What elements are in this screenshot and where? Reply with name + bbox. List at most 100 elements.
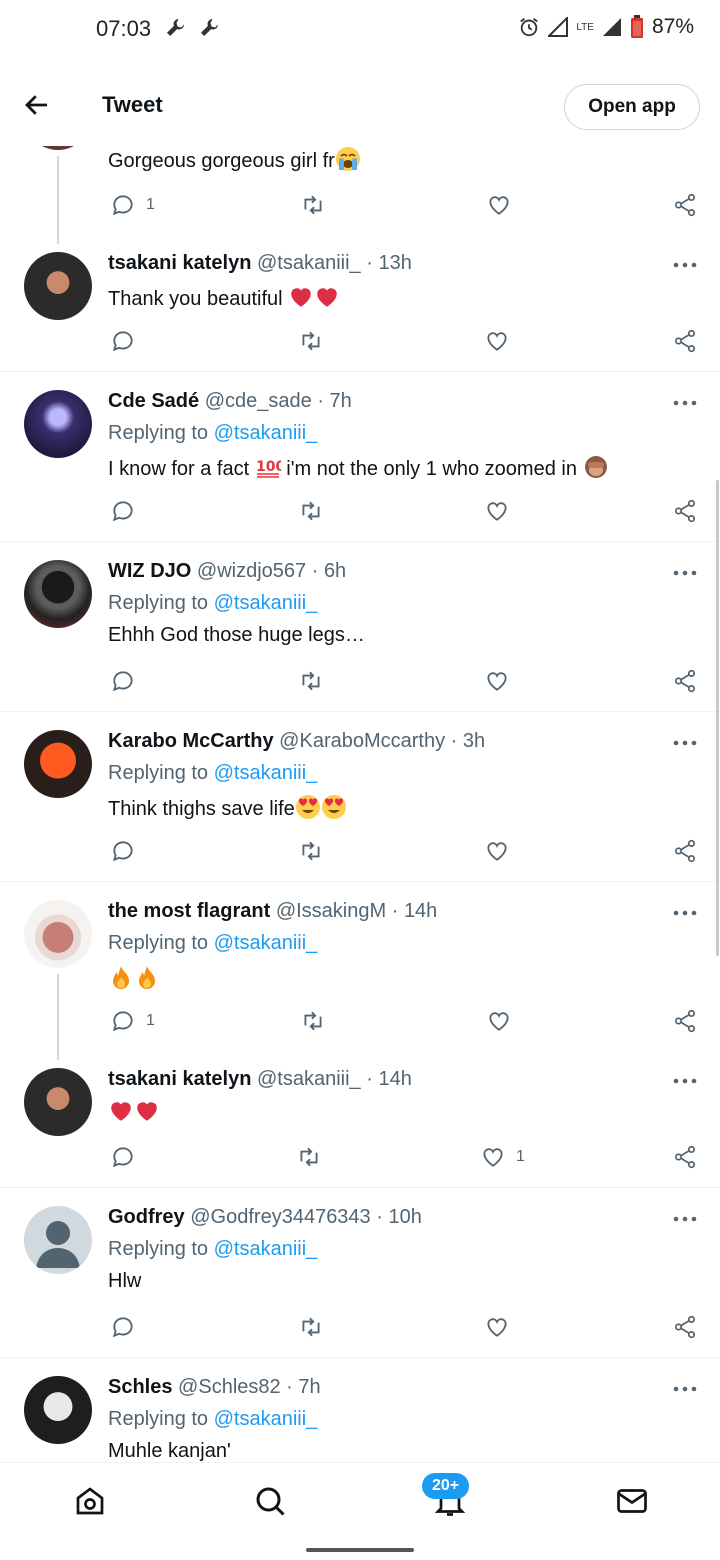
reply-button[interactable]: 1 xyxy=(110,192,155,218)
avatar[interactable] xyxy=(24,1068,92,1136)
tweet-time: 3h xyxy=(462,730,486,752)
more-icon[interactable] xyxy=(672,738,698,748)
mention-link[interactable]: @tsakaniii_ xyxy=(214,592,318,614)
retweet-button[interactable] xyxy=(298,838,324,864)
tweet-feed[interactable]: Gorgeous gorgeous girl fr 1 tsakani kate… xyxy=(0,0,720,1462)
more-icon[interactable] xyxy=(672,908,698,918)
share-button[interactable] xyxy=(672,1314,698,1340)
tweet-item[interactable]: the most flagrant @IssakingM · 14h Reply… xyxy=(0,882,720,1060)
mention-link[interactable]: @tsakaniii_ xyxy=(214,932,318,954)
author-handle[interactable]: @tsakaniii_ xyxy=(257,1068,361,1090)
author-name[interactable]: Schles xyxy=(108,1376,172,1398)
more-icon[interactable] xyxy=(672,568,698,578)
reply-button[interactable] xyxy=(110,838,136,864)
share-button[interactable] xyxy=(672,668,698,694)
meta-separator: · xyxy=(370,1206,389,1228)
avatar[interactable] xyxy=(24,1206,92,1274)
like-button[interactable] xyxy=(486,1008,512,1034)
retweet-icon xyxy=(304,1011,322,1031)
share-button[interactable] xyxy=(672,328,698,354)
author-name[interactable]: Cde Sadé xyxy=(108,390,199,412)
replying-to-label: Replying to xyxy=(108,422,209,444)
author-name[interactable]: the most flagrant xyxy=(108,900,270,922)
like-button[interactable] xyxy=(484,328,510,354)
reply-button[interactable] xyxy=(110,668,136,694)
share-button[interactable] xyxy=(672,1144,698,1170)
tweet-item[interactable]: tsakani katelyn @tsakaniii_ · 14h 1 xyxy=(0,1052,720,1188)
share-icon xyxy=(674,329,696,353)
like-button[interactable] xyxy=(484,668,510,694)
retweet-button[interactable] xyxy=(300,192,326,218)
more-icon[interactable] xyxy=(672,260,698,270)
like-button[interactable]: 1 xyxy=(480,1144,525,1170)
avatar[interactable] xyxy=(24,252,92,320)
red-heart-emoji xyxy=(291,288,311,307)
retweet-button[interactable] xyxy=(298,1314,324,1340)
tweet-item[interactable]: WIZ DJO @wizdjo567 · 6h Replying to @tsa… xyxy=(0,542,720,712)
tweet-item[interactable]: Karabo McCarthy @KaraboMccarthy · 3h Rep… xyxy=(0,712,720,882)
author-handle[interactable]: @Schles82 xyxy=(178,1376,281,1398)
retweet-button[interactable] xyxy=(298,668,324,694)
author-name[interactable]: WIZ DJO xyxy=(108,560,191,582)
more-icon[interactable] xyxy=(672,1214,698,1224)
mention-link[interactable]: @tsakaniii_ xyxy=(214,1238,318,1260)
open-app-button[interactable]: Open app xyxy=(564,84,700,130)
author-handle[interactable]: @cde_sade xyxy=(205,390,312,412)
tweet-text: I know for a fact xyxy=(108,458,250,480)
signal-icon xyxy=(602,18,621,36)
back-arrow-icon[interactable] xyxy=(22,90,52,120)
mention-link[interactable]: @tsakaniii_ xyxy=(214,1408,318,1430)
author-name[interactable]: tsakani katelyn xyxy=(108,252,251,274)
tweet-item[interactable]: Cde Sadé @cde_sade · 7h Replying to @tsa… xyxy=(0,372,720,542)
retweet-button[interactable] xyxy=(300,1008,326,1034)
reply-button[interactable] xyxy=(110,498,136,524)
more-icon[interactable] xyxy=(672,1076,698,1086)
bottom-navigation xyxy=(0,1462,720,1538)
like-button[interactable] xyxy=(484,498,510,524)
reply-button[interactable] xyxy=(110,1144,136,1170)
avatar[interactable] xyxy=(24,730,92,798)
author-handle[interactable]: @KaraboMccarthy xyxy=(279,730,445,752)
author-handle[interactable]: @Godfrey34476343 xyxy=(190,1206,370,1228)
scrollbar[interactable] xyxy=(716,480,719,956)
author-handle[interactable]: @IssakingM xyxy=(276,900,386,922)
more-icon[interactable] xyxy=(672,1384,698,1394)
author-handle[interactable]: @wizdjo567 xyxy=(197,560,306,582)
author-handle[interactable]: @tsakaniii_ xyxy=(257,252,361,274)
avatar[interactable] xyxy=(24,390,92,458)
avatar[interactable] xyxy=(24,1376,92,1444)
reply-button[interactable]: 1 xyxy=(110,1008,155,1034)
reply-button[interactable] xyxy=(110,328,136,354)
like-button[interactable] xyxy=(484,1314,510,1340)
more-icon[interactable] xyxy=(672,398,698,408)
retweet-icon xyxy=(300,1147,318,1167)
reply-button[interactable] xyxy=(110,1314,136,1340)
retweet-button[interactable] xyxy=(298,498,324,524)
see-no-evil-monkey-emoji xyxy=(584,456,607,478)
battery-icon xyxy=(630,15,643,38)
home-indicator[interactable] xyxy=(306,1548,414,1552)
author-name[interactable]: Godfrey xyxy=(108,1206,185,1228)
retweet-button[interactable] xyxy=(298,328,324,354)
avatar[interactable] xyxy=(24,900,92,968)
search-icon[interactable] xyxy=(252,1483,288,1519)
mention-link[interactable]: @tsakaniii_ xyxy=(214,762,318,784)
share-button[interactable] xyxy=(672,192,698,218)
home-icon[interactable] xyxy=(72,1483,108,1519)
author-name[interactable]: tsakani katelyn xyxy=(108,1068,251,1090)
tweet-item[interactable]: Schles @Schles82 · 7h Replying to @tsaka… xyxy=(0,1358,720,1462)
retweet-button[interactable] xyxy=(296,1144,322,1170)
author-name[interactable]: Karabo McCarthy xyxy=(108,730,274,752)
mention-link[interactable]: @tsakaniii_ xyxy=(214,422,318,444)
avatar[interactable] xyxy=(24,560,92,628)
tweet-item[interactable]: tsakani katelyn @tsakaniii_ · 13h Thank … xyxy=(0,242,720,372)
share-button[interactable] xyxy=(672,498,698,524)
reply-icon xyxy=(112,501,133,522)
mail-icon[interactable] xyxy=(614,1483,650,1519)
like-button[interactable] xyxy=(486,192,512,218)
share-button[interactable] xyxy=(672,1008,698,1034)
like-button[interactable] xyxy=(484,838,510,864)
share-button[interactable] xyxy=(672,838,698,864)
tweet-item[interactable]: Godfrey @Godfrey34476343 · 10h Replying … xyxy=(0,1188,720,1358)
notifications-badge[interactable]: 20+ xyxy=(422,1473,470,1499)
